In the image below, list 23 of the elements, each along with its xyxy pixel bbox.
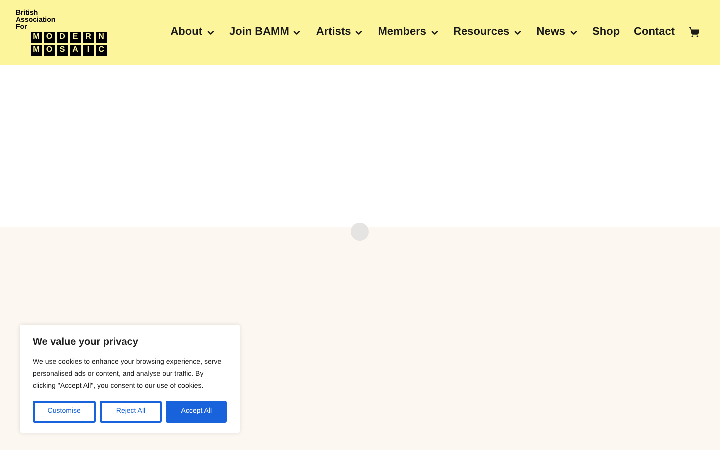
logo-tile: D xyxy=(57,32,68,42)
nav-link[interactable]: News xyxy=(536,24,566,41)
logo-tile: A xyxy=(70,44,81,56)
logo-tile: O xyxy=(44,32,55,42)
nav-link[interactable]: Contact xyxy=(634,24,675,41)
logo-tile: I xyxy=(83,44,94,56)
nav-link[interactable]: Shop xyxy=(592,24,620,41)
logo-tile: O xyxy=(44,44,55,56)
nav-link[interactable]: Join BAMM xyxy=(230,24,290,41)
logo-tile: C xyxy=(96,44,107,56)
logo-tile: R xyxy=(83,32,94,42)
logo-tile: M xyxy=(31,32,42,42)
nav-link[interactable]: Resources xyxy=(454,24,510,41)
nav-link[interactable]: Members xyxy=(378,24,427,41)
loading-spinner xyxy=(351,223,369,241)
nav-link[interactable]: About xyxy=(170,24,202,41)
logo-tile: M xyxy=(31,44,42,56)
logo-tile: S xyxy=(57,44,68,56)
logo-tile: N xyxy=(96,32,107,42)
nav-link[interactable]: Artists xyxy=(316,24,352,41)
cart-icon[interactable] xyxy=(689,27,700,38)
logo-tile: E xyxy=(70,32,81,42)
cookie-title: We value your privacy xyxy=(33,336,140,350)
